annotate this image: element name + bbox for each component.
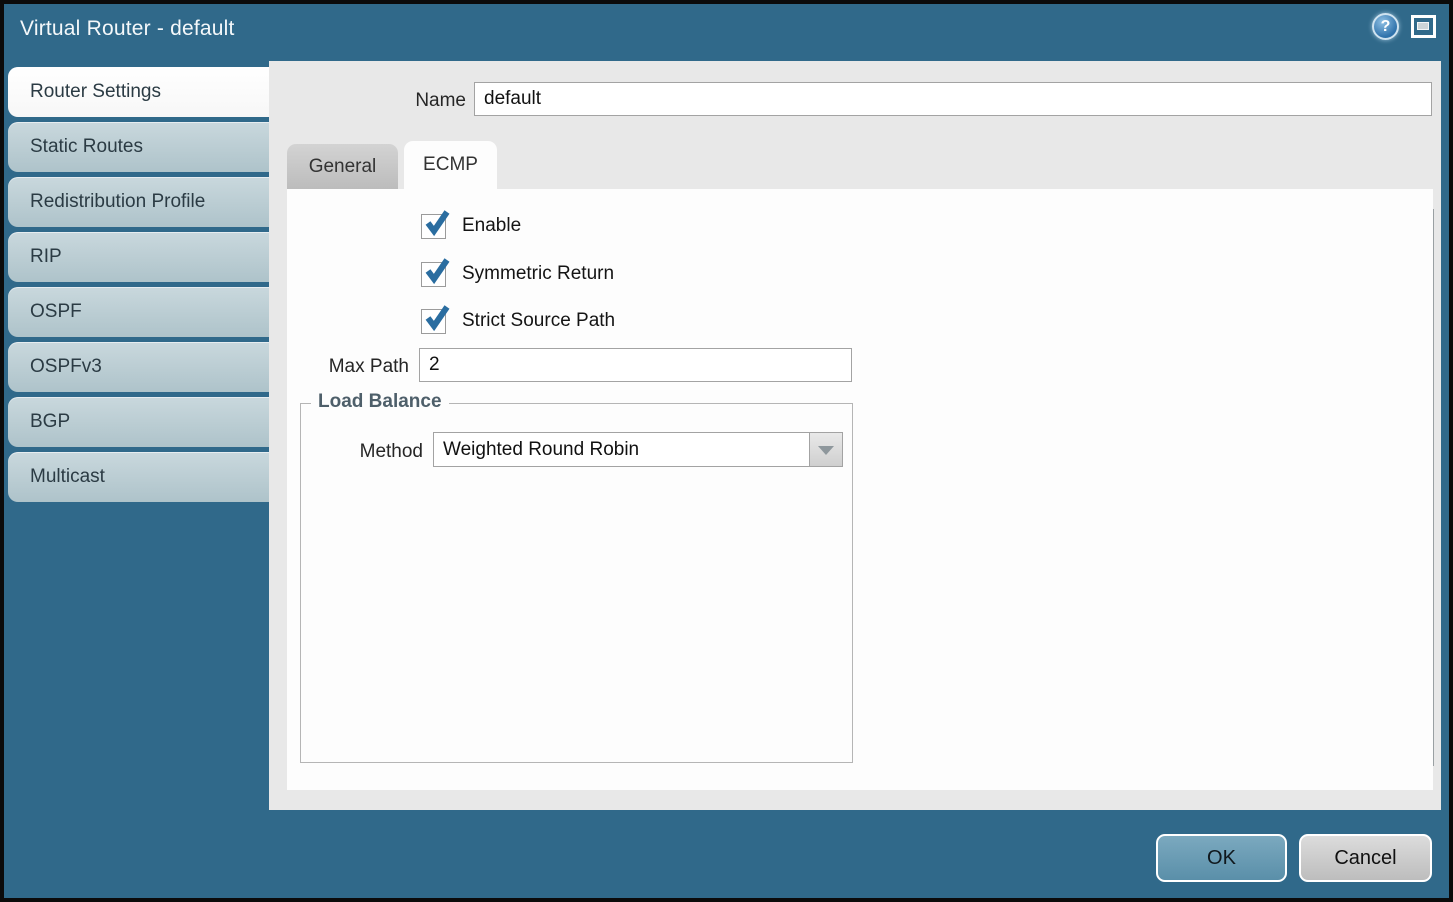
help-icon[interactable]: ? — [1372, 13, 1399, 40]
sidebar: Router Settings Static Routes Redistribu… — [8, 67, 269, 507]
method-label: Method — [301, 441, 423, 463]
tab-general[interactable]: General — [287, 144, 398, 189]
enable-label: Enable — [462, 215, 521, 237]
sidebar-item-bgp[interactable]: BGP — [8, 397, 269, 447]
strict-source-path-label: Strict Source Path — [462, 310, 615, 332]
title-bar: Virtual Router - default ? — [4, 4, 1449, 57]
sidebar-item-multicast[interactable]: Multicast — [8, 452, 269, 502]
maximize-icon-inner — [1417, 22, 1429, 30]
cancel-button[interactable]: Cancel — [1299, 834, 1432, 882]
ok-button[interactable]: OK — [1156, 834, 1287, 882]
name-label: Name — [269, 90, 466, 112]
method-input[interactable] — [433, 432, 810, 467]
sidebar-item-rip[interactable]: RIP — [8, 232, 269, 282]
sidebar-item-router-settings[interactable]: Router Settings — [8, 67, 269, 117]
maximize-icon[interactable] — [1411, 15, 1436, 38]
enable-row: Enable — [421, 212, 521, 240]
strict-source-path-checkbox[interactable] — [421, 309, 446, 334]
sidebar-item-static-routes[interactable]: Static Routes — [8, 122, 269, 172]
sidebar-item-ospf[interactable]: OSPF — [8, 287, 269, 337]
symmetric-return-label: Symmetric Return — [462, 263, 614, 285]
method-dropdown — [433, 432, 843, 467]
tab-ecmp[interactable]: ECMP — [404, 141, 497, 189]
name-input[interactable] — [474, 82, 1432, 116]
chevron-down-icon[interactable] — [809, 432, 843, 467]
ecmp-tab-content: Enable Symmetric Return Strict Source Pa… — [287, 189, 1433, 790]
dialog-title: Virtual Router - default — [20, 17, 235, 41]
main-panel: Name General ECMP Enable Symmetric Retur… — [269, 61, 1441, 810]
sidebar-item-ospfv3[interactable]: OSPFv3 — [8, 342, 269, 392]
symmetric-return-row: Symmetric Return — [421, 260, 614, 288]
strict-source-path-row: Strict Source Path — [421, 307, 615, 335]
load-balance-fieldset: Load Balance Method — [300, 403, 853, 763]
load-balance-legend: Load Balance — [311, 391, 449, 413]
max-path-input[interactable] — [419, 348, 852, 382]
enable-checkbox[interactable] — [421, 214, 446, 239]
symmetric-return-checkbox[interactable] — [421, 262, 446, 287]
max-path-label: Max Path — [287, 356, 409, 378]
virtual-router-dialog: Virtual Router - default ? Router Settin… — [0, 0, 1453, 902]
sidebar-item-redistribution-profile[interactable]: Redistribution Profile — [8, 177, 269, 227]
